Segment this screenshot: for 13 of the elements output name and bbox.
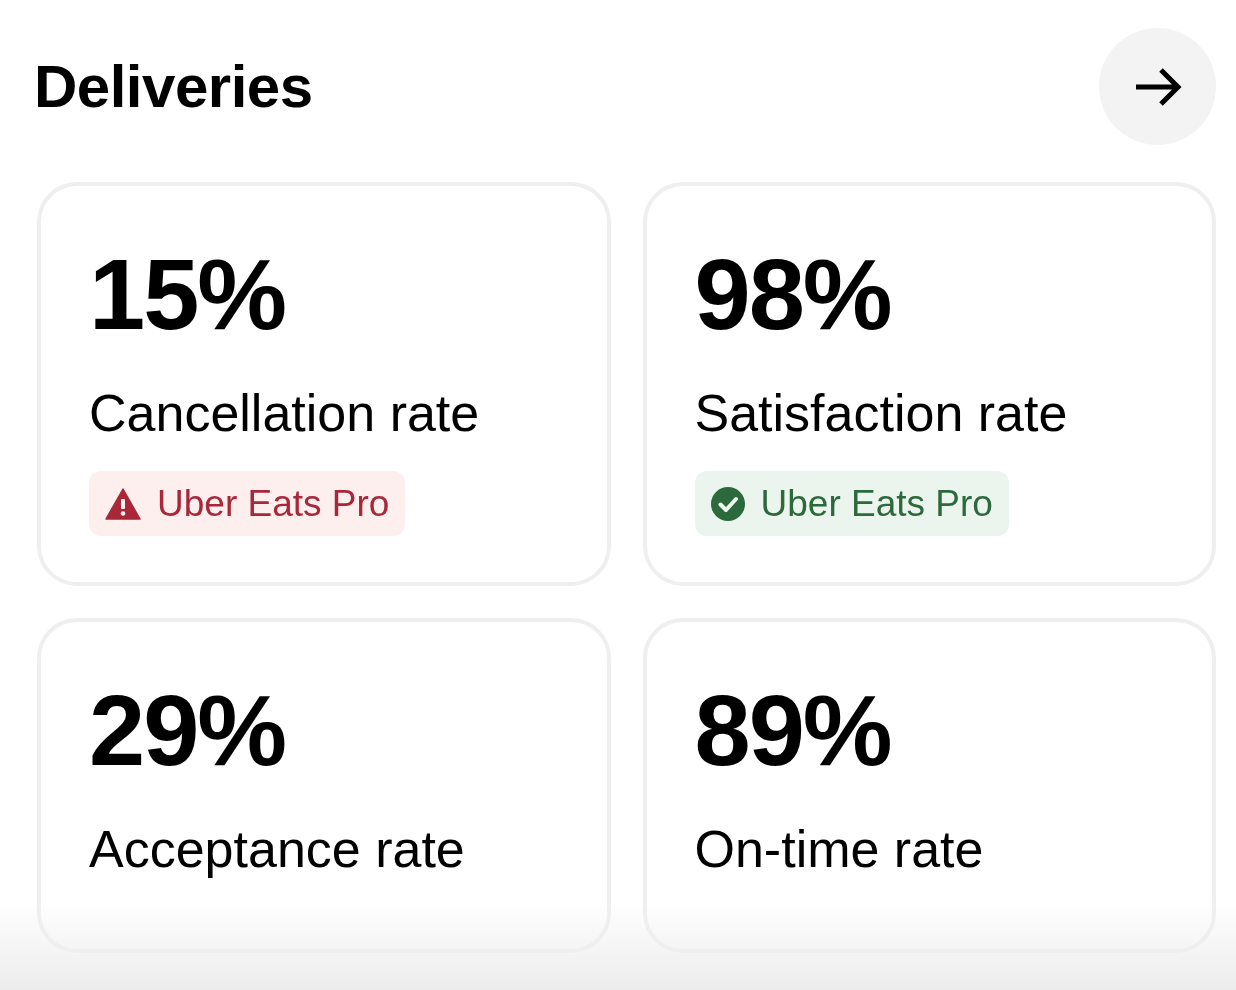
arrow-right-icon <box>1133 66 1182 107</box>
metric-value: 98% <box>694 244 891 345</box>
section-title: Deliveries <box>34 56 313 117</box>
metric-label: Cancellation rate <box>89 387 480 439</box>
check-circle-icon <box>710 486 745 521</box>
badge-text: Uber Eats Pro <box>760 485 993 522</box>
metric-value: 15% <box>89 244 286 345</box>
metric-value: 29% <box>89 680 286 781</box>
metric-value: 89% <box>694 680 891 781</box>
warning-icon <box>105 487 141 520</box>
metric-label: On-time rate <box>694 823 984 875</box>
metric-label: Satisfaction rate <box>694 387 1068 439</box>
badge-text: Uber Eats Pro <box>157 485 390 522</box>
